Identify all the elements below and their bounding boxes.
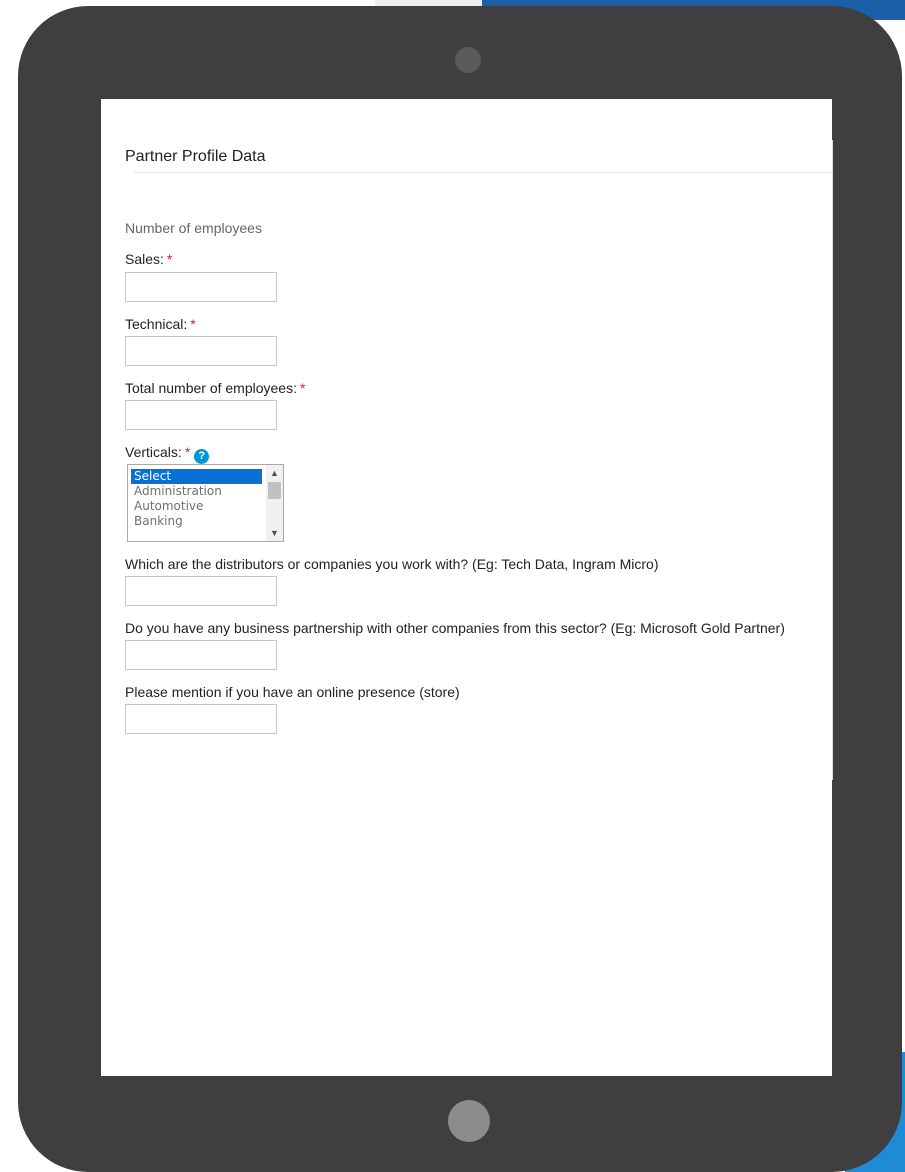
- partnerships-label: Do you have any business partnership wit…: [125, 620, 785, 636]
- verticals-scrollbar[interactable]: ▲ ▼: [266, 465, 283, 541]
- verticals-option-banking[interactable]: Banking: [131, 514, 262, 529]
- technical-label: Technical: *: [125, 316, 196, 332]
- required-asterisk: *: [190, 316, 196, 332]
- partnerships-input[interactable]: [125, 640, 277, 670]
- scroll-down-arrow-icon[interactable]: ▼: [266, 525, 283, 541]
- verticals-label-text: Verticals:: [125, 444, 182, 460]
- scroll-up-arrow-icon[interactable]: ▲: [266, 465, 283, 481]
- required-asterisk: *: [299, 380, 306, 396]
- employees-heading: Number of employees: [125, 220, 262, 236]
- tablet-home-button: [448, 1100, 490, 1142]
- required-asterisk: *: [184, 444, 191, 460]
- total-employees-label: Total number of employees: *: [125, 380, 305, 396]
- verticals-label: Verticals: *?: [125, 444, 210, 464]
- scrollbar-thumb[interactable]: [268, 482, 281, 499]
- total-employees-label-text: Total number of employees:: [125, 380, 297, 396]
- verticals-option-administration[interactable]: Administration: [131, 484, 262, 499]
- technical-input[interactable]: [125, 336, 277, 366]
- required-asterisk: *: [166, 251, 173, 267]
- page-title: Partner Profile Data: [125, 148, 266, 165]
- online-presence-input[interactable]: [125, 704, 277, 734]
- title-divider: [134, 172, 832, 173]
- verticals-listbox[interactable]: Select Administration Automotive Banking…: [127, 464, 284, 542]
- tablet-screen: Partner Profile Data Number of employees…: [101, 99, 832, 1076]
- sales-input[interactable]: [125, 272, 277, 302]
- sales-label: Sales: *: [125, 251, 172, 267]
- verticals-option-select[interactable]: Select: [131, 469, 262, 484]
- online-presence-label: Please mention if you have an online pre…: [125, 684, 460, 700]
- technical-label-text: Technical:: [125, 316, 188, 332]
- help-icon[interactable]: ?: [194, 449, 210, 464]
- distributors-label: Which are the distributors or companies …: [125, 556, 659, 572]
- distributors-input[interactable]: [125, 576, 277, 606]
- tablet-camera: [455, 47, 481, 73]
- verticals-option-automotive[interactable]: Automotive: [131, 499, 262, 514]
- sales-label-text: Sales:: [125, 251, 164, 267]
- total-employees-input[interactable]: [125, 400, 277, 430]
